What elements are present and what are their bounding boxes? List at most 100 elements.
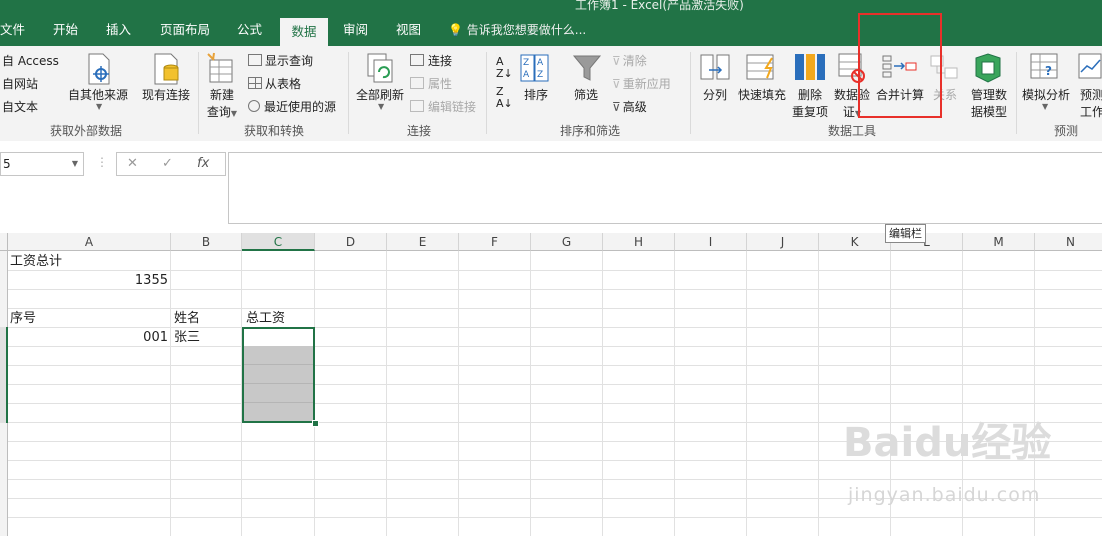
manage-data-model-label: 管理数 (970, 88, 1007, 102)
other-sources-button[interactable]: 自其他来源 (66, 86, 130, 103)
flash-fill-button[interactable]: 快速填充 (734, 86, 790, 103)
group-label-get-external: 获取外部数据 (50, 124, 123, 138)
tab-formulas[interactable]: 公式 (237, 14, 262, 46)
cell-a4[interactable]: 序号 (10, 309, 36, 328)
spreadsheet-grid[interactable]: A B C D E F G H I J K L M N 工资总计 1355 序号… (0, 233, 1102, 536)
advanced-filter-label: 高级 (622, 100, 647, 114)
column-header-a[interactable]: A (8, 233, 171, 251)
recent-sources-label: 最近使用的源 (264, 100, 337, 114)
text-to-columns-button[interactable]: 分列 (698, 86, 732, 103)
filter-icon (572, 55, 602, 81)
column-header-b[interactable]: B (171, 233, 242, 251)
manage-data-model-button[interactable]: 管理数 据模型 (966, 86, 1012, 120)
tell-me-box[interactable]: 💡 告诉我您想要做什么... (448, 14, 586, 46)
sort-button[interactable]: 排序 (518, 86, 554, 103)
tab-page-layout[interactable]: 页面布局 (160, 14, 210, 46)
column-header-e[interactable]: E (387, 233, 459, 251)
data-validation-button[interactable]: 数据验 证▼ (832, 86, 872, 120)
svg-text:A: A (537, 58, 544, 68)
grid-line (170, 251, 171, 536)
consolidate-button[interactable]: 合并计算 (872, 86, 928, 103)
tab-file[interactable]: 文件 (0, 14, 25, 46)
group-label-transform: 获取和转换 (244, 124, 305, 138)
remove-duplicates-icon (795, 54, 825, 80)
column-header-i[interactable]: I (675, 233, 747, 251)
column-header-m[interactable]: M (963, 233, 1035, 251)
grid-line (8, 308, 1102, 309)
selected-range-border (242, 327, 315, 423)
insert-function-icon[interactable]: fx (197, 156, 209, 171)
select-all-corner[interactable] (0, 233, 8, 251)
svg-text:?: ? (1045, 64, 1052, 78)
grid-line (8, 346, 1102, 347)
column-header-h[interactable]: H (603, 233, 675, 251)
cell-a2[interactable]: 1355 (10, 271, 168, 290)
group-separator (1016, 52, 1017, 134)
tab-data[interactable]: 数据 (280, 18, 328, 46)
column-header-k[interactable]: K (819, 233, 891, 251)
splitter-handle-icon[interactable]: ⋮ (96, 155, 108, 169)
edit-links-button[interactable]: 编辑链接 (410, 98, 476, 115)
formula-input[interactable] (228, 152, 1102, 224)
tell-me-text: 告诉我您想要做什么... (466, 23, 587, 37)
tab-insert[interactable]: 插入 (106, 14, 131, 46)
sort-icon: Z A A Z (520, 54, 549, 82)
window-title: 工作簿1 - Excel(产品激活失败) (575, 0, 744, 12)
column-header-c[interactable]: C (242, 233, 315, 251)
data-model-icon (975, 53, 1001, 83)
cell-b4[interactable]: 姓名 (174, 309, 200, 328)
existing-connections-icon (154, 53, 179, 85)
sort-ascending-button[interactable]: A Z↓ (496, 56, 513, 80)
row-header-selected[interactable] (0, 327, 8, 423)
column-header-g[interactable]: G (531, 233, 603, 251)
from-table-button[interactable]: 从表格 (248, 75, 301, 92)
name-box[interactable]: 5 ▼ (0, 152, 84, 176)
advanced-filter-icon: ⊽ (612, 100, 621, 114)
tab-view[interactable]: 视图 (396, 14, 421, 46)
tab-home[interactable]: 开始 (53, 14, 78, 46)
properties-button[interactable]: 属性 (410, 75, 452, 92)
from-text-button[interactable]: 自文本 (2, 98, 38, 115)
grid-line (746, 251, 747, 536)
data-validation-label: 数据验 (833, 88, 870, 102)
tab-review[interactable]: 审阅 (343, 14, 368, 46)
what-if-analysis-button[interactable]: 模拟分析 (1018, 86, 1074, 103)
from-web-button[interactable]: 自网站 (2, 75, 38, 92)
refresh-all-button[interactable]: 全部刷新 (352, 86, 408, 103)
reapply-button[interactable]: ⊽ 重新应用 (612, 75, 671, 92)
column-header-f[interactable]: F (459, 233, 531, 251)
cell-b5[interactable]: 张三 (174, 328, 200, 347)
fill-handle[interactable] (312, 420, 319, 427)
column-header-d[interactable]: D (315, 233, 387, 251)
clear-filter-label: 清除 (622, 54, 647, 68)
show-queries-button[interactable]: 显示查询 (248, 52, 313, 69)
formula-bar: 5 ▼ ⋮ ✕ ✓ fx (0, 141, 1102, 233)
svg-text:Z: Z (537, 70, 543, 80)
from-access-button[interactable]: 自 Access (2, 52, 59, 69)
clear-filter-button[interactable]: ⊽ 清除 (612, 52, 647, 69)
recent-sources-button[interactable]: 最近使用的源 (248, 98, 336, 115)
filter-button[interactable]: 筛选 (566, 86, 606, 103)
cell-c4[interactable]: 总工资 (246, 309, 285, 328)
new-query-button[interactable]: 新建 查询▼ (202, 86, 242, 120)
group-separator (348, 52, 349, 134)
grid-line (8, 270, 1102, 271)
cancel-icon[interactable]: ✕ (127, 156, 138, 171)
other-sources-icon (88, 53, 110, 85)
remove-duplicates-button[interactable]: 删除 重复项 (788, 86, 832, 120)
forecast-sheet-button[interactable]: 预测 工作表 (1080, 86, 1102, 120)
chevron-down-icon: ▼ (71, 159, 78, 168)
cell-a5[interactable]: 001 (10, 328, 168, 347)
forecast-sheet-icon (1078, 53, 1102, 79)
remove-duplicates-label: 删除 (797, 88, 822, 102)
cell-a1[interactable]: 工资总计 (10, 252, 62, 271)
sort-descending-button[interactable]: Z A↓ (496, 86, 513, 110)
relationships-button[interactable]: 关系 (928, 86, 962, 103)
connections-button[interactable]: 连接 (410, 52, 452, 69)
advanced-filter-button[interactable]: ⊽ 高级 (612, 98, 647, 115)
column-header-n[interactable]: N (1035, 233, 1102, 251)
enter-icon[interactable]: ✓ (162, 156, 173, 171)
existing-connections-button[interactable]: 现有连接 (138, 86, 194, 103)
new-query-label-2: 查询 (206, 105, 231, 119)
column-header-j[interactable]: J (747, 233, 819, 251)
